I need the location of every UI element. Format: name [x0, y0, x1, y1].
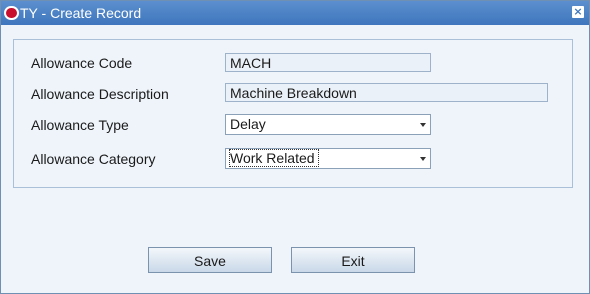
allowance-type-value: Delay [230, 116, 266, 132]
oracle-logo-icon [4, 6, 19, 20]
allowance-code-field[interactable]: MACH [225, 53, 431, 72]
create-record-window: TY - Create Record × Allowance Code MACH… [0, 0, 590, 294]
allowance-type-select[interactable]: Delay [225, 114, 431, 135]
window-title: TY - Create Record [20, 5, 142, 21]
allowance-category-label: Allowance Category [31, 151, 156, 167]
close-icon[interactable]: × [572, 6, 584, 18]
form-panel: Allowance Code MACH Allowance Descriptio… [13, 39, 573, 188]
save-button[interactable]: Save [148, 247, 272, 273]
allowance-description-label: Allowance Description [31, 86, 169, 102]
allowance-description-field[interactable]: Machine Breakdown [225, 83, 548, 102]
allowance-category-value: Work Related [229, 149, 319, 167]
exit-button[interactable]: Exit [291, 247, 415, 273]
title-bar[interactable]: TY - Create Record × [1, 1, 589, 25]
chevron-down-icon[interactable] [420, 123, 426, 127]
allowance-category-select[interactable]: Work Related [225, 148, 431, 169]
allowance-type-label: Allowance Type [31, 117, 129, 133]
allowance-code-label: Allowance Code [31, 55, 133, 71]
chevron-down-icon[interactable] [420, 157, 426, 161]
